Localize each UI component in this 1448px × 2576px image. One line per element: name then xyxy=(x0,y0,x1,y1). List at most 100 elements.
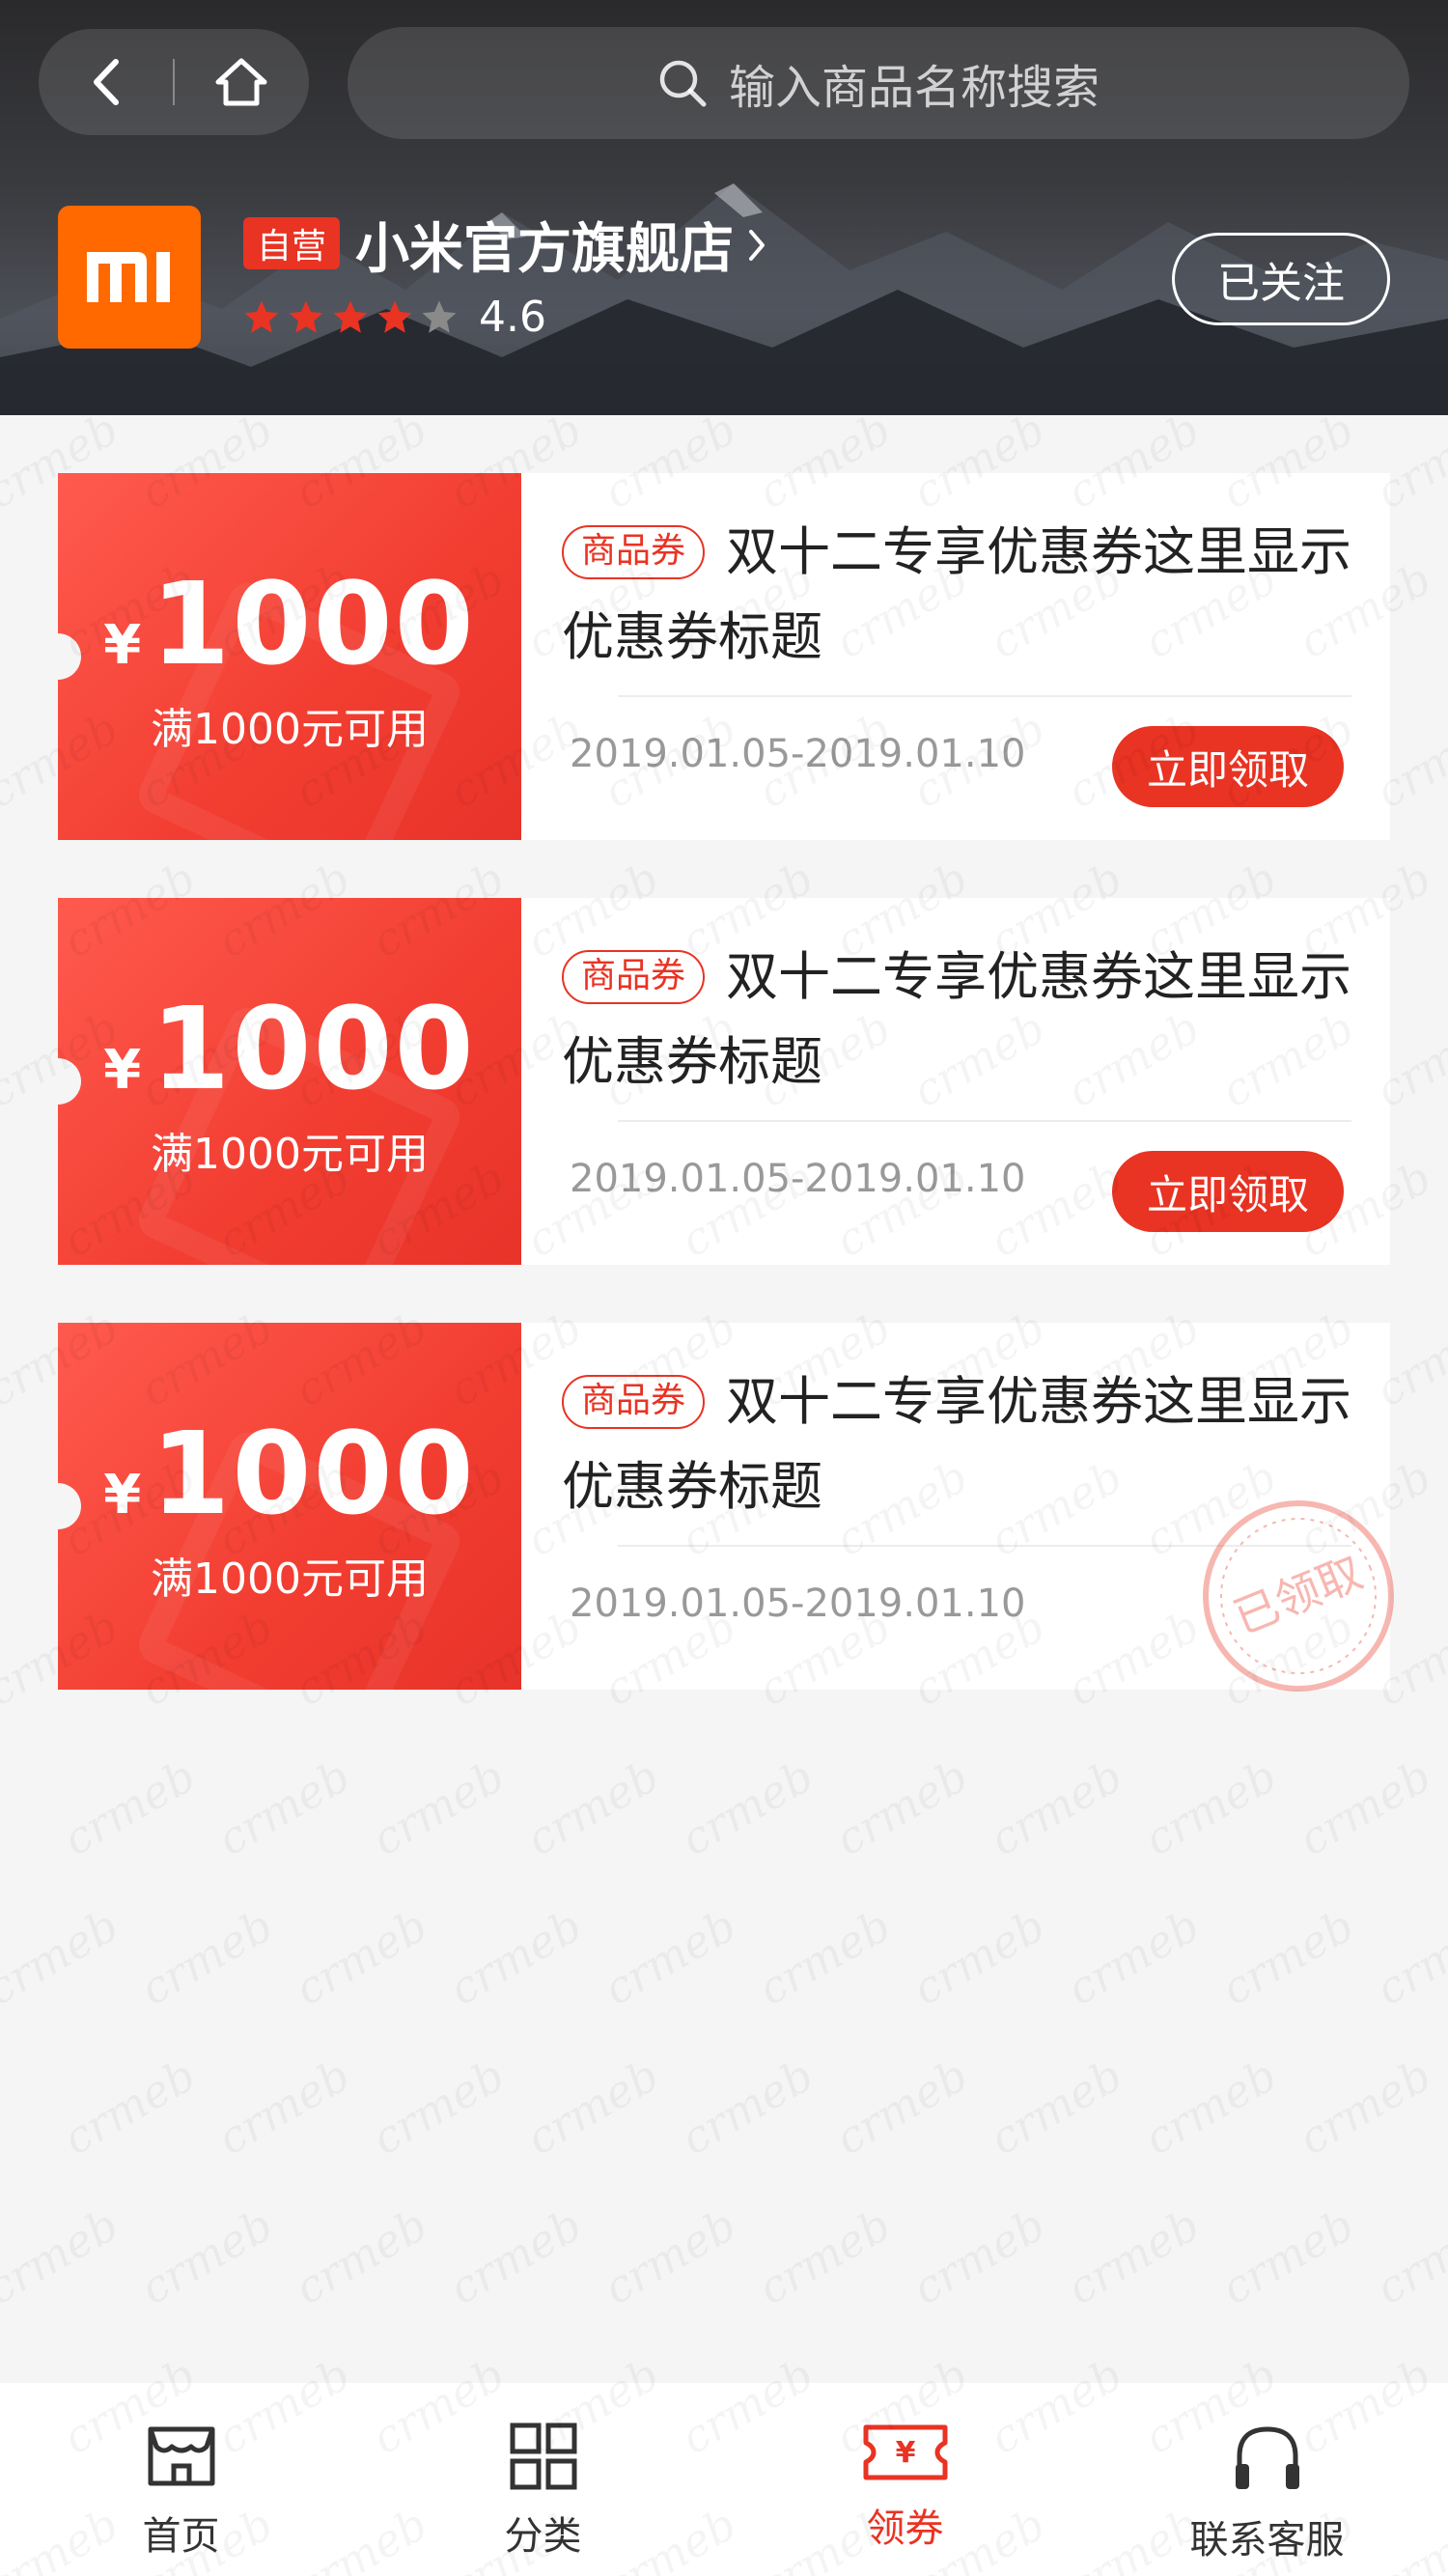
tab-grid[interactable]: 分类 xyxy=(362,2383,724,2576)
watermark-text: crmeb xyxy=(595,1899,744,2016)
tab-store[interactable]: 首页 xyxy=(0,2383,362,2576)
watermark-text: crmeb xyxy=(440,1899,590,2016)
coupon-notch xyxy=(58,633,81,680)
coupon-value-panel: ¥ 1000 满1000元可用 xyxy=(58,1323,521,1690)
shop-name: 小米官方旗舰店 xyxy=(355,218,734,281)
coupon-icon: ¥ xyxy=(862,2422,949,2487)
search-icon xyxy=(659,60,707,107)
coupon-date-range: 2019.01.05-2019.01.10 xyxy=(570,1157,1026,1201)
grid-icon xyxy=(509,2422,578,2495)
coupon-title: 商品券 双十二专享优惠券这里显示优惠券标题 xyxy=(562,935,1351,1105)
watermark-text: crmeb xyxy=(0,1899,127,2016)
coupon-details: 商品券 双十二专享优惠券这里显示优惠券标题 2019.01.05-2019.01.… xyxy=(521,1323,1394,1692)
watermark-text: crmeb xyxy=(1290,2049,1439,2166)
coupon-card: ¥ 1000 满1000元可用 商品券 双十二专享优惠券这里显示优惠券标题 201… xyxy=(58,473,1390,840)
home-button[interactable] xyxy=(175,29,309,135)
currency-symbol: ¥ xyxy=(103,1464,142,1526)
watermark-text: crmeb xyxy=(1444,552,1448,669)
search-placeholder: 输入商品名称搜索 xyxy=(728,61,1100,115)
received-stamp-icon: 已领取 xyxy=(1203,1500,1394,1692)
watermark-text: crmeb xyxy=(1135,1750,1285,1866)
watermark-text: crmeb xyxy=(1212,2198,1362,2315)
watermark-text: crmeb xyxy=(131,1899,281,2016)
watermark-text: crmeb xyxy=(981,1750,1130,1866)
coupon-divider xyxy=(618,1120,1351,1122)
coupon-list: ¥ 1000 满1000元可用 商品券 双十二专享优惠券这里显示优惠券标题 201… xyxy=(58,473,1394,1748)
watermark-text: crmeb xyxy=(517,1750,667,1866)
watermark-text: crmeb xyxy=(209,2049,358,2166)
store-icon xyxy=(145,2422,218,2495)
star-filled-icon xyxy=(289,300,323,333)
chevron-right-icon xyxy=(749,229,765,261)
watermark-text: crmeb xyxy=(826,2049,976,2166)
coupon-type-tag: 商品券 xyxy=(562,525,706,579)
watermark-text: crmeb xyxy=(672,2049,821,2166)
star-filled-icon xyxy=(333,300,368,333)
claim-coupon-button[interactable]: 立即领取 xyxy=(1112,726,1344,807)
watermark-text: crmeb xyxy=(286,1899,435,2016)
coupon-title: 商品券 双十二专享优惠券这里显示优惠券标题 xyxy=(562,510,1351,680)
watermark-text: crmeb xyxy=(1058,2198,1208,2315)
watermark-text: crmeb xyxy=(1444,1151,1448,1268)
tab-label: 首页 xyxy=(142,2514,220,2559)
search-input[interactable]: 输入商品名称搜索 xyxy=(348,27,1409,139)
claim-coupon-button[interactable]: 立即领取 xyxy=(1112,1151,1344,1232)
coupon-details: 商品券 双十二专享优惠券这里显示优惠券标题 2019.01.05-2019.01.… xyxy=(521,473,1390,840)
watermark-text: crmeb xyxy=(1444,852,1448,968)
star-filled-icon xyxy=(377,300,412,333)
watermark-text: crmeb xyxy=(595,2198,744,2315)
watermark-text: crmeb xyxy=(286,2198,435,2315)
coupon-notch xyxy=(58,1058,81,1105)
star-empty-icon xyxy=(422,300,457,333)
self-operated-badge: 自营 xyxy=(243,217,341,269)
watermark-text: crmeb xyxy=(1212,1899,1362,2016)
coupon-notch xyxy=(58,1483,81,1529)
watermark-text: crmeb xyxy=(131,2198,281,2315)
follow-button[interactable]: 已关注 xyxy=(1172,233,1390,325)
watermark-text: crmeb xyxy=(672,1750,821,1866)
tab-headset[interactable]: 联系客服 xyxy=(1086,2383,1448,2576)
tab-coupon[interactable]: ¥ 领券 xyxy=(724,2383,1086,2576)
watermark-text: crmeb xyxy=(1135,2049,1285,2166)
watermark-text: crmeb xyxy=(209,1750,358,1866)
watermark-text: crmeb xyxy=(981,2049,1130,2166)
coupon-date-range: 2019.01.05-2019.01.10 xyxy=(570,1582,1026,1626)
shop-logo[interactable] xyxy=(58,206,201,349)
received-stamp-label: 已领取 xyxy=(1227,1546,1370,1644)
watermark-text: crmeb xyxy=(904,1899,1053,2016)
mi-logo-icon xyxy=(87,252,170,302)
watermark-text: crmeb xyxy=(826,1750,976,1866)
coupon-value-panel: ¥ 1000 满1000元可用 xyxy=(58,898,521,1265)
watermark-text: crmeb xyxy=(363,1750,513,1866)
tab-label: 分类 xyxy=(504,2514,582,2559)
watermark-text: crmeb xyxy=(1367,1899,1448,2016)
watermark-text: crmeb xyxy=(749,1899,899,2016)
watermark-text: crmeb xyxy=(440,2198,590,2315)
bottom-nav: 首页 分类 ¥ 领券 联系客服 xyxy=(0,2383,1448,2576)
watermark-text: crmeb xyxy=(54,2049,204,2166)
headset-icon xyxy=(1232,2422,1303,2499)
coupon-details: 商品券 双十二专享优惠券这里显示优惠券标题 2019.01.05-2019.01.… xyxy=(521,898,1390,1265)
coupon-type-tag: 商品券 xyxy=(562,1375,706,1429)
top-bar: 输入商品名称搜索 xyxy=(0,0,1448,174)
coupon-value-panel: ¥ 1000 满1000元可用 xyxy=(58,473,521,840)
shop-name-link[interactable]: 小米官方旗舰店 xyxy=(355,206,768,284)
watermark-text: crmeb xyxy=(517,2049,667,2166)
shop-header: 输入商品名称搜索 自营 小米官方旗舰店 4.6 已关注 xyxy=(0,0,1448,415)
nav-capsule xyxy=(39,29,309,135)
star-filled-icon xyxy=(244,300,279,333)
watermark-text: crmeb xyxy=(904,2198,1053,2315)
shop-rating: 4.6 xyxy=(241,293,546,342)
shop-info: 自营 小米官方旗舰店 4.6 已关注 xyxy=(0,198,1448,362)
coupon-type-tag: 商品券 xyxy=(562,950,706,1004)
coupon-card: ¥ 1000 满1000元可用 商品券 双十二专享优惠券这里显示优惠券标题 201… xyxy=(58,898,1390,1265)
tab-label: 联系客服 xyxy=(1189,2518,1345,2562)
watermark-text: crmeb xyxy=(1444,2049,1448,2166)
svg-text:¥: ¥ xyxy=(895,2436,915,2470)
watermark-text: crmeb xyxy=(1367,2198,1448,2315)
coupon-date-range: 2019.01.05-2019.01.10 xyxy=(570,732,1026,776)
back-button[interactable] xyxy=(39,29,173,135)
watermark-text: crmeb xyxy=(1444,1750,1448,1866)
watermark-text: crmeb xyxy=(0,2198,127,2315)
watermark-text: crmeb xyxy=(54,1750,204,1866)
